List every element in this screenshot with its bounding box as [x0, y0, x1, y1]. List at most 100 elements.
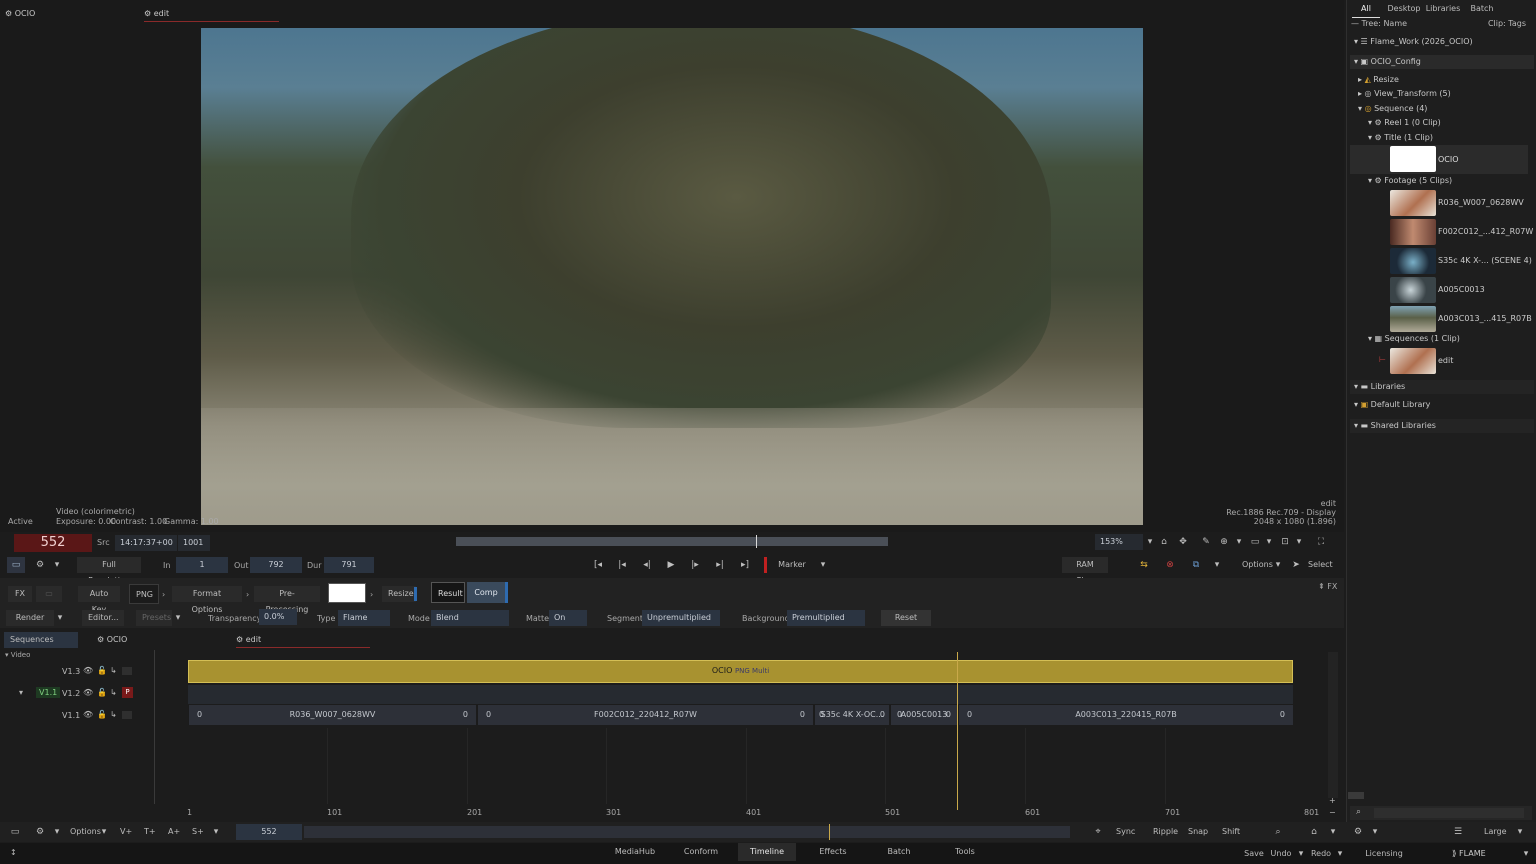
browser-search[interactable]: ⌕	[1350, 806, 1532, 820]
clip-thumbnail[interactable]	[1390, 190, 1436, 216]
chevron-down-icon[interactable]: ▾	[49, 824, 65, 840]
track-header-v1-3[interactable]: V1.3 👁 🔓 ↳	[4, 662, 152, 682]
tree-footage[interactable]: ▾ ⚙ Footage (5 Clips)	[1350, 174, 1534, 188]
tab-batch[interactable]: Batch	[882, 843, 916, 861]
tab-tools[interactable]: Tools	[948, 843, 982, 861]
tab-mediahub[interactable]: MediaHub	[612, 843, 658, 861]
route-icon[interactable]: ↳	[110, 710, 117, 719]
viewer-layout-button[interactable]: ▭	[7, 557, 25, 573]
search-input[interactable]	[1374, 808, 1524, 818]
tree-reel1[interactable]: ▾ ⚙ Reel 1 (0 Clip)	[1350, 116, 1534, 130]
ocio-clip[interactable]: OCIO PNG Multi	[188, 660, 1293, 683]
tree-ocio-config[interactable]: ▾ ▣ OCIO_Config	[1350, 55, 1534, 69]
timeline-clip[interactable]: 0 S35c 4K X-OC... 0	[814, 705, 889, 725]
timeline-scroll-head[interactable]	[829, 824, 830, 840]
in-field[interactable]: 1	[176, 557, 228, 573]
search-icon[interactable]: ⌕	[1270, 824, 1286, 840]
layout-icon[interactable]: ▭	[7, 824, 23, 840]
clip-thumbnail[interactable]	[1390, 306, 1436, 332]
settings-gear-icon[interactable]: ⚙	[1350, 824, 1366, 840]
chevron-down-icon[interactable]: ▾	[1293, 846, 1309, 862]
lock-icon[interactable]: 🔓	[97, 710, 107, 719]
lock-icon[interactable]: 🔓	[97, 666, 107, 675]
tab-effects[interactable]: Effects	[814, 843, 852, 861]
chevron-down-icon[interactable]: ▾	[19, 688, 23, 697]
track-patch[interactable]: V1.1	[36, 687, 61, 698]
clip-view-label[interactable]: Clip: Tags	[1470, 18, 1526, 30]
focus-icon[interactable]: ⌖	[1090, 824, 1106, 840]
chevron-down-icon[interactable]: ▾	[49, 557, 65, 573]
render-sel-button[interactable]: Render Sel	[6, 610, 54, 638]
full-resolution-button[interactable]: Full Resolution	[77, 557, 141, 585]
add-audio-track-button[interactable]: A+	[162, 824, 182, 840]
licensing-button[interactable]: Licensing	[1364, 845, 1404, 863]
editor-button[interactable]: Editor...	[82, 610, 124, 626]
viewer-tab-ocio[interactable]: ⚙ OCIO	[5, 8, 35, 20]
type-field[interactable]: Flame	[338, 610, 390, 626]
clip-thumbnail[interactable]	[1390, 277, 1436, 303]
zoom-out-icon[interactable]: −	[1329, 808, 1336, 817]
tab-timeline[interactable]: Timeline	[738, 843, 796, 861]
pre-processing-button[interactable]: Pre-Processing	[254, 586, 320, 614]
timeline-clip[interactable]: 0 A003C013_220415_R07B 0	[958, 705, 1293, 725]
settings-gear-icon[interactable]: ⚙	[32, 824, 48, 840]
browser-tab-all[interactable]: All	[1352, 0, 1380, 18]
overlay-icon[interactable]: ⧉	[1188, 557, 1204, 573]
go-to-in-icon[interactable]: [◂	[590, 557, 606, 573]
browser-tab-batch[interactable]: Batch	[1468, 0, 1496, 18]
fx-layer-button[interactable]: ▭	[36, 586, 62, 602]
zoom-field[interactable]: 153%	[1095, 534, 1143, 550]
tree-workspace[interactable]: ▾ ☰ Flame_Work (2026_OCIO)	[1350, 35, 1534, 49]
tree-title[interactable]: ▾ ⚙ Title (1 Clip)	[1350, 131, 1534, 145]
segment-field[interactable]: Unpremultiplied	[642, 610, 720, 626]
timeline-vscroll[interactable]	[1328, 652, 1338, 798]
fx-button[interactable]: FX	[8, 586, 32, 602]
options-button[interactable]: Options	[1236, 557, 1274, 573]
fullscreen-icon[interactable]: ⛶	[1313, 534, 1329, 550]
add-video-track-button[interactable]: V+	[114, 824, 134, 840]
track-header-v1-1[interactable]: V1.1 👁 🔓 ↳	[4, 706, 152, 726]
eye-icon[interactable]: 👁	[83, 666, 93, 675]
eye-icon[interactable]: 👁	[83, 710, 93, 719]
track-box-icon[interactable]	[122, 711, 132, 719]
chevron-down-icon[interactable]: ▾	[1518, 846, 1534, 862]
swap-icon[interactable]: ⇆	[1136, 557, 1152, 573]
viewer-tab-edit[interactable]: ⚙ edit	[144, 8, 279, 22]
add-subtitle-track-button[interactable]: S+	[186, 824, 206, 840]
clip-thumbnail[interactable]	[1390, 248, 1436, 274]
browser-scrollbar[interactable]	[1348, 792, 1364, 799]
chevron-down-icon[interactable]: ▾	[1261, 534, 1277, 550]
play-icon[interactable]: ▶	[663, 557, 679, 573]
tree-sequences[interactable]: ▾ ▦ Sequences (1 Clip)	[1350, 332, 1534, 346]
chevron-down-icon[interactable]: ▾	[96, 824, 112, 840]
settings-gear-icon[interactable]: ⚙	[32, 557, 48, 573]
priority-icon[interactable]: P	[122, 687, 133, 698]
redo-button[interactable]: Redo	[1308, 845, 1334, 863]
current-frame-field[interactable]: 552	[14, 534, 92, 552]
shift-button[interactable]: Shift	[1216, 824, 1244, 840]
tree-view-transform[interactable]: ▸ ◎ View_Transform (5)	[1350, 87, 1534, 101]
timeline-frame-field[interactable]: 552	[236, 824, 302, 840]
chevron-down-icon[interactable]: ▾	[1270, 557, 1286, 573]
step-back-icon[interactable]: ◂|	[639, 557, 655, 573]
tree-libraries[interactable]: ▾ ▬ Libraries	[1350, 380, 1534, 394]
reset-button[interactable]: Reset	[881, 610, 931, 626]
timeline-clip[interactable]: 0 F002C012_220412_R07W 0	[477, 705, 813, 725]
tab-conform[interactable]: Conform	[680, 843, 722, 861]
tree-sort-label[interactable]: — Tree: Name	[1351, 18, 1407, 30]
select-button[interactable]: Select	[1302, 557, 1334, 573]
mode-field[interactable]: Blend	[431, 610, 509, 626]
tree-shared-libraries[interactable]: ▾ ▬ Shared Libraries	[1350, 419, 1534, 433]
go-to-out-icon[interactable]: ▸]	[737, 557, 753, 573]
eye-icon[interactable]: 👁	[83, 688, 93, 697]
thumbnail-size-button[interactable]: Large	[1478, 824, 1510, 840]
chevron-down-icon[interactable]: ▾	[208, 824, 224, 840]
chevron-down-icon[interactable]: ▾	[170, 610, 186, 626]
track-v1-2-empty[interactable]	[188, 685, 1293, 704]
skip-end-icon[interactable]: ▸|	[712, 557, 728, 573]
timecode-field[interactable]: 14:17:37+00	[115, 535, 177, 551]
track-box-icon[interactable]	[122, 667, 132, 675]
chevron-down-icon[interactable]: ▾	[1512, 824, 1528, 840]
chevron-down-icon[interactable]: ▾	[1325, 824, 1341, 840]
marker-button[interactable]: Marker	[771, 557, 813, 573]
